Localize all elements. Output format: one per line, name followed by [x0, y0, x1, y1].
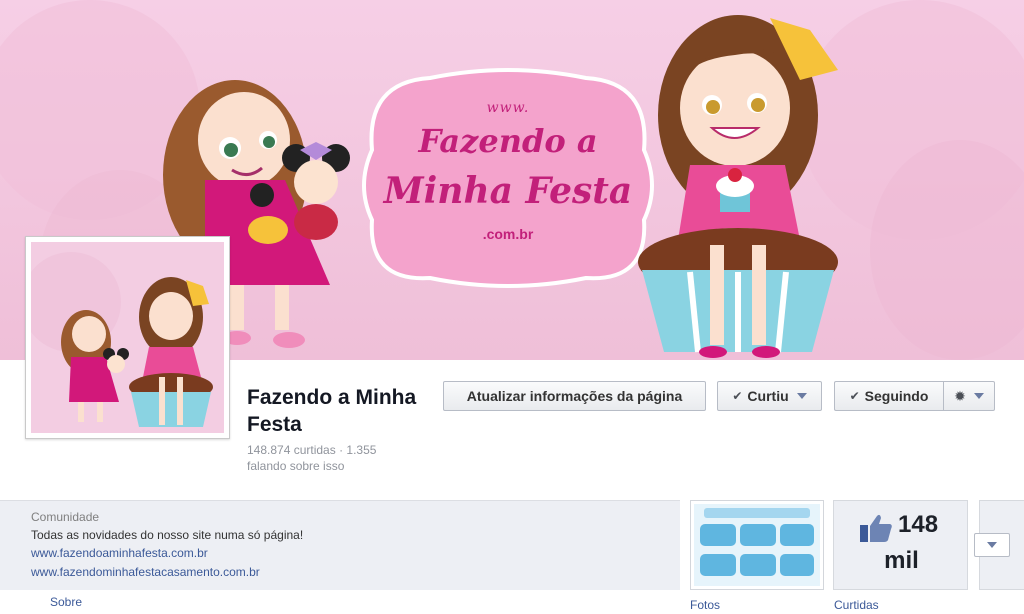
website-link-1[interactable]: www.fazendoaminhafesta.com.br	[31, 546, 208, 560]
check-icon: ✔	[732, 389, 743, 403]
settings-menu-button[interactable]: ✹	[943, 381, 995, 411]
update-page-info-button[interactable]: Atualizar informações da página	[443, 381, 706, 411]
website-link-2[interactable]: www.fazendominhafestacasamento.com.br	[31, 565, 260, 579]
photos-thumbnail[interactable]	[690, 500, 824, 590]
photos-preview-image	[694, 504, 820, 586]
profile-illustration	[31, 242, 224, 433]
update-page-info-label: Atualizar informações da página	[466, 388, 683, 404]
about-panel[interactable]: Comunidade Todas as novidades do nosso s…	[0, 500, 680, 590]
liked-button[interactable]: ✔ Curtiu	[717, 381, 822, 411]
logo-domain: .com.br	[482, 226, 534, 242]
tab-likes[interactable]: Curtidas	[834, 598, 879, 612]
chevron-down-icon	[796, 393, 807, 399]
cover-logo: www. Fazendo a Minha Festa .com.br	[358, 72, 658, 282]
thumbs-up-icon	[860, 514, 892, 542]
page-category: Comunidade	[31, 510, 100, 524]
logo-line1: Fazendo a	[418, 122, 598, 160]
gear-icon: ✹	[954, 387, 966, 404]
likes-count: 148	[898, 511, 939, 538]
logo-line2: Minha Festa	[383, 170, 633, 212]
page-title[interactable]: Fazendo a Minha Festa	[247, 384, 437, 438]
chevron-down-icon	[987, 542, 997, 548]
profile-picture[interactable]	[25, 236, 230, 439]
page-stats: 148.874 curtidas · 1.355 falando sobre i…	[247, 443, 377, 473]
more-apps-button[interactable]	[974, 533, 1010, 557]
tab-about[interactable]: Sobre	[50, 595, 82, 609]
likes-summary[interactable]: 148 mil	[833, 500, 968, 590]
liked-label: Curtiu	[747, 388, 789, 404]
check-icon: ✔	[849, 389, 860, 403]
chevron-down-icon	[973, 393, 984, 399]
following-button[interactable]: ✔ Seguindo	[834, 381, 943, 411]
tab-photos[interactable]: Fotos	[690, 598, 720, 612]
logo-www: www.	[486, 100, 530, 116]
following-label: Seguindo	[864, 388, 929, 404]
page-description: Todas as novidades do nosso site numa só…	[31, 528, 304, 542]
likes-unit: mil	[884, 547, 919, 574]
